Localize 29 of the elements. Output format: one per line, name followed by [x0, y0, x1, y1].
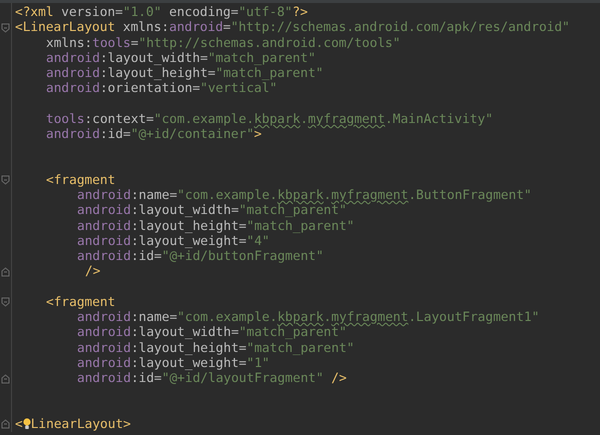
lightbulb-icon[interactable] [22, 418, 31, 430]
code-line: android:layout_width="match_parent" [77, 325, 347, 340]
code-line: android:layout_weight="1" [77, 356, 270, 371]
code-line: android:id="@+id/container"> [46, 127, 262, 142]
code-line: <LinearLayout xmlns:android="http://schemas.android.com/apk/res/android" [15, 20, 570, 36]
code-line: < LinearLayout> [15, 416, 131, 432]
code-line: <fragment [46, 172, 116, 188]
code-line: android:layout_height="match_parent" [46, 66, 324, 82]
code-line: android:id="@+id/buttonFragment" [77, 249, 324, 264]
code-line: xmlns:tools="http://schemas.android.com/tools" [46, 36, 400, 51]
fold-marker-icon[interactable] [1, 297, 10, 308]
fold-marker-icon[interactable] [1, 419, 10, 430]
code-line: android:layout_height="match_parent" [77, 340, 354, 356]
code-line: <?xml version="1.0" encoding="utf-8"?> [15, 5, 308, 20]
code-line: android:layout_width="match_parent" [77, 203, 347, 218]
code-line: android:orientation="vertical" [46, 81, 278, 96]
fold-marker-icon[interactable] [1, 175, 10, 186]
code-line: android:name="com.example.kbpark.myfragment.ButtonFragment" [77, 188, 532, 204]
code-line: tools:context="com.example.kbpark.myfragment.MainActivity" [46, 112, 493, 127]
code-line: /> [84, 264, 100, 280]
code-line: <fragment [46, 294, 116, 310]
fold-marker-icon[interactable] [1, 374, 10, 384]
code-line: android:name="com.example.kbpark.myfragment.LayoutFragment1" [77, 310, 540, 326]
code-line: android:layout_width="match_parent" [46, 50, 316, 66]
code-line: android:id="@+id/layoutFragment" /> [77, 371, 347, 386]
fold-marker-icon[interactable] [1, 22, 10, 33]
fold-marker-icon[interactable] [1, 266, 10, 277]
code-line: android:layout_weight="4" [77, 234, 270, 249]
code-line: android:layout_height="match_parent" [77, 218, 354, 234]
